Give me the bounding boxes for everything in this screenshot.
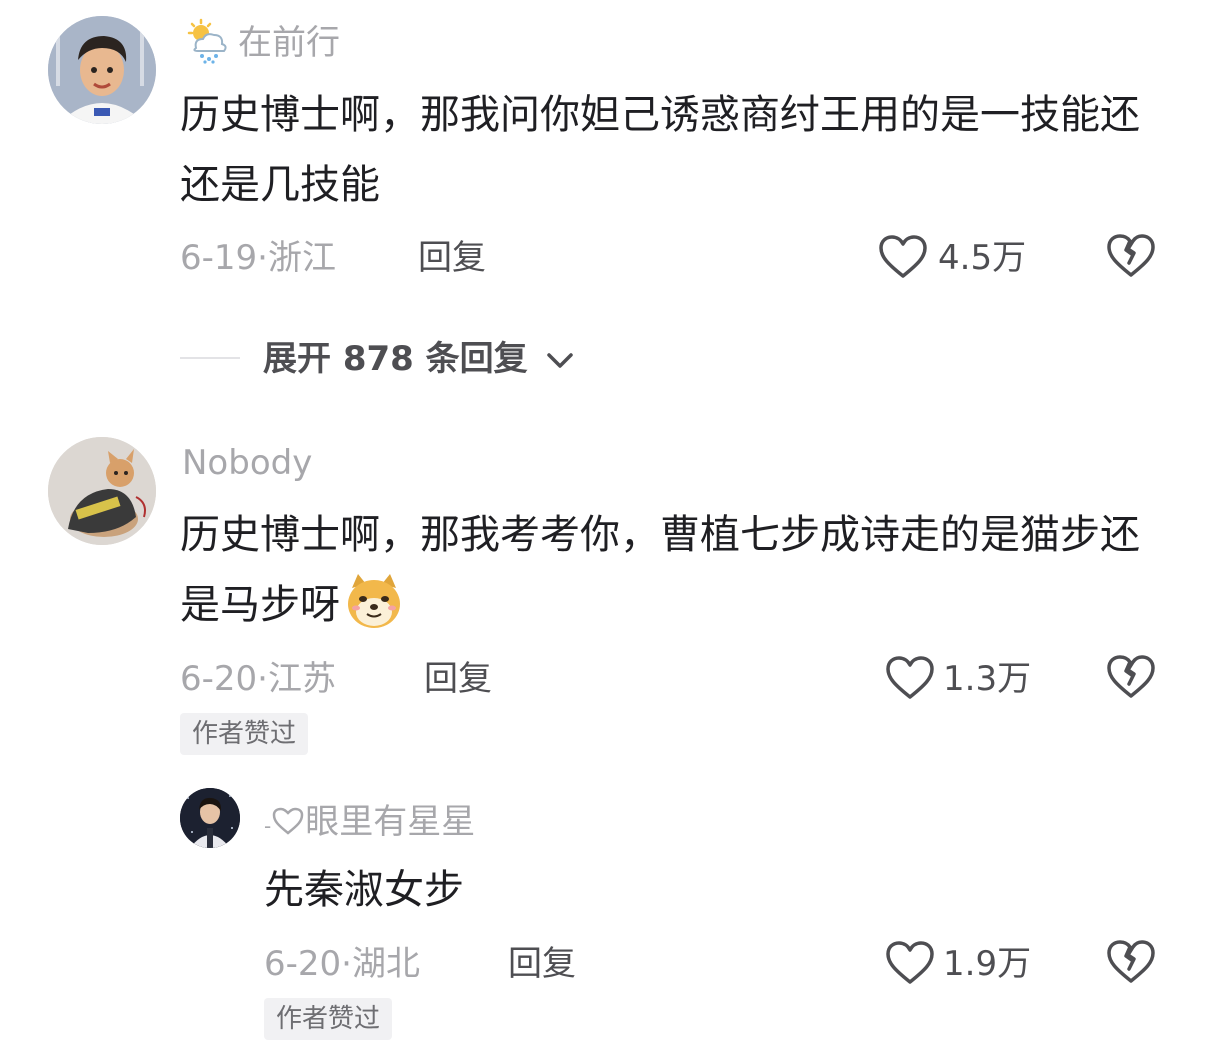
dislike-button[interactable]: [1106, 232, 1156, 280]
boy-portrait-icon: [48, 16, 156, 124]
heart-icon: [886, 941, 934, 984]
comment-location: 浙江: [267, 238, 336, 278]
like-count: 1.9万: [943, 944, 1032, 984]
comment-meta: 6-20·江苏: [180, 659, 336, 699]
avatar[interactable]: [180, 788, 240, 848]
like-count: 4.5万: [938, 238, 1027, 278]
comment-date: 6-19: [180, 238, 258, 278]
like-button[interactable]: 1.9万: [885, 938, 1045, 988]
cat-in-vest-icon: [48, 437, 156, 545]
weather-icon: [184, 18, 230, 64]
like-count: 1.3万: [943, 659, 1032, 699]
reply-button[interactable]: 回复: [508, 944, 576, 984]
author-liked-badge: 作者赞过: [264, 998, 393, 1040]
comment-list: 在前行 历史博士啊，那我问你妲己诱惑商纣王用的是一技能还还是几技能 6-19·浙…: [0, 0, 1206, 1064]
reply-date: 6-20: [264, 944, 342, 984]
comment-text: 历史博士啊，那我考考你，曹植七步成诗走的是猫步还是马步呀: [180, 500, 1155, 640]
dislike-button[interactable]: [1106, 938, 1156, 986]
reply-username[interactable]: - 眼里有星星: [264, 802, 475, 846]
reply-username-text: 眼里有星星: [305, 802, 476, 842]
broken-heart-icon: [1107, 234, 1155, 277]
like-button[interactable]: 4.5万: [878, 232, 1038, 282]
meta-separator: ·: [341, 944, 352, 984]
comment-username[interactable]: Nobody: [182, 443, 312, 483]
comment-meta: 6-19·浙江: [180, 238, 336, 278]
meta-separator: ·: [257, 659, 268, 699]
author-liked-badge: 作者赞过: [180, 713, 309, 755]
comment-username[interactable]: 在前行: [238, 23, 340, 63]
heart-icon: [886, 656, 934, 699]
like-button[interactable]: 1.3万: [885, 653, 1045, 703]
reply-text: 先秦淑女步: [264, 867, 464, 913]
reply-meta: 6-20·湖北: [264, 944, 420, 984]
comment-date: 6-20: [180, 659, 258, 699]
comment-text-body: 历史博士啊，那我考考你，曹植七步成诗走的是猫步还是马步呀: [180, 512, 1140, 628]
reply-location: 湖北: [351, 944, 420, 984]
broken-heart-icon: [1107, 655, 1155, 698]
username-prefix: -: [264, 814, 272, 838]
avatar[interactable]: [48, 437, 156, 545]
meta-separator: ·: [257, 238, 268, 278]
reply-button[interactable]: 回复: [424, 659, 492, 699]
comment-text: 历史博士啊，那我问你妲己诱惑商纣王用的是一技能还还是几技能: [180, 92, 1140, 208]
doge-emoji-icon: [344, 572, 404, 632]
avatar[interactable]: [48, 16, 156, 124]
comment-location: 江苏: [267, 659, 336, 699]
dislike-button[interactable]: [1106, 653, 1156, 701]
expand-replies-button[interactable]: 展开 878 条回复: [263, 339, 593, 383]
expand-replies-label: 展开 878 条回复: [263, 339, 528, 379]
heart-icon: [879, 235, 927, 278]
heart-outline-icon: [271, 805, 305, 835]
chevron-down-icon: [547, 353, 573, 368]
reply-button[interactable]: 回复: [418, 238, 486, 278]
broken-heart-icon: [1107, 940, 1155, 983]
person-portrait-icon: [180, 788, 240, 848]
expand-divider: [180, 357, 240, 359]
